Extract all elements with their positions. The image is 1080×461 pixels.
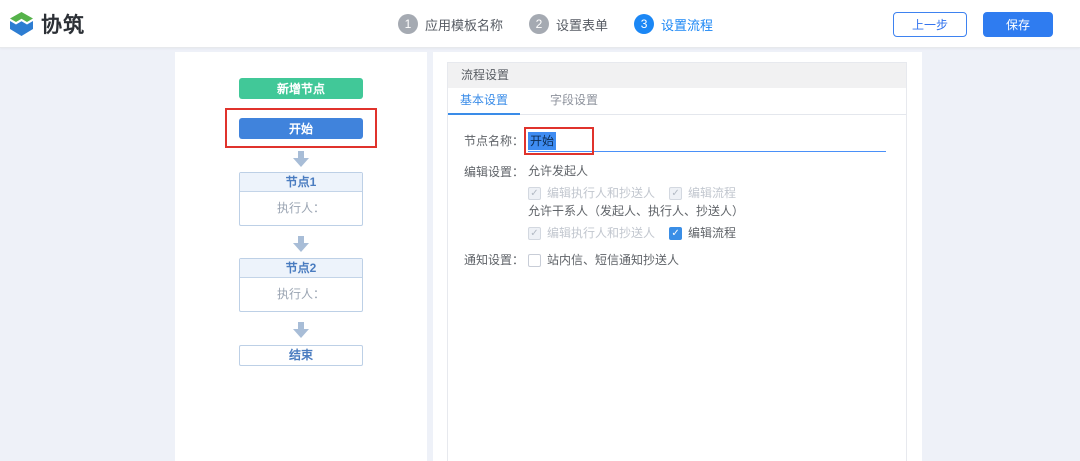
down-arrow-icon — [292, 322, 310, 339]
header-actions: 上一步 保存 — [893, 0, 1053, 48]
checkbox-notify-label: 站内信、短信通知抄送人 — [547, 251, 679, 269]
flow-node-2[interactable]: 节点2 执行人： — [239, 258, 363, 312]
logo-text: 协筑 — [41, 9, 85, 39]
save-button[interactable]: 保存 — [983, 12, 1053, 37]
notify-checkbox-wrap: 站内信、短信通知抄送人 — [528, 250, 693, 270]
step-2-circle: 2 — [529, 14, 549, 34]
logo: 协筑 — [8, 0, 85, 48]
add-node-button[interactable]: 新增节点 — [239, 78, 363, 99]
checkbox-edit-exec-cc-label: 编辑执行人和抄送人 — [547, 184, 655, 202]
step-2-set-form: 2 设置表单 — [529, 14, 608, 34]
checkbox-edit-exec-cc-label: 编辑执行人和抄送人 — [547, 224, 655, 242]
edit-settings-label: 编辑设置： — [448, 162, 524, 242]
page: 协筑 1 应用模板名称 2 设置表单 3 设置流程 上一步 保存 新增节点 开始 — [0, 0, 1080, 461]
step-2-label: 设置表单 — [556, 15, 608, 34]
initiator-checkbox-row: 编辑执行人和抄送人 编辑流程 — [528, 184, 750, 202]
checkbox-edit-flow-checked[interactable] — [669, 227, 682, 240]
checkbox-edit-flow-label: 编辑流程 — [688, 184, 736, 202]
stepper: 1 应用模板名称 2 设置表单 3 设置流程 — [398, 0, 713, 48]
flow-node-2-executor: 执行人： — [240, 278, 362, 311]
step-3-label: 设置流程 — [661, 15, 713, 34]
node-name-label: 节点名称： — [448, 131, 524, 152]
logo-icon — [8, 10, 36, 38]
step-1-circle: 1 — [398, 14, 418, 34]
step-1-label: 应用模板名称 — [425, 15, 503, 34]
prev-step-button[interactable]: 上一步 — [893, 12, 967, 37]
app-header: 协筑 1 应用模板名称 2 设置表单 3 设置流程 上一步 保存 — [0, 0, 1080, 48]
node-name-selected-text: 开始 — [528, 132, 556, 150]
node-name-input[interactable]: 开始 — [528, 131, 886, 152]
start-node-button[interactable]: 开始 — [239, 118, 363, 139]
input-underline — [528, 151, 886, 152]
checkbox-edit-exec-cc-disabled — [528, 227, 541, 240]
flow-node-1-title: 节点1 — [240, 173, 362, 192]
node-name-row: 节点名称： 开始 — [448, 131, 906, 152]
notify-settings-label: 通知设置： — [448, 250, 524, 270]
flow-settings-title: 流程设置 — [448, 63, 906, 88]
stakeholder-checkbox-row: 编辑执行人和抄送人 编辑流程 — [528, 224, 750, 242]
flow-node-2-title: 节点2 — [240, 259, 362, 278]
edit-settings-row: 编辑设置： 允许发起人 编辑执行人和抄送人 编辑流程 允许干系人（发起人、执行人… — [448, 162, 906, 242]
end-node[interactable]: 结束 — [239, 345, 363, 366]
down-arrow-icon — [292, 236, 310, 253]
checkbox-edit-flow-label: 编辑流程 — [688, 224, 736, 242]
checkbox-edit-exec-cc-disabled — [528, 187, 541, 200]
workflow-panel: 新增节点 开始 节点1 执行人： 节点2 执行人： 结束 — [175, 52, 427, 461]
notify-settings-row: 通知设置： 站内信、短信通知抄送人 — [448, 250, 906, 270]
settings-tabs: 基本设置 字段设置 — [448, 88, 906, 115]
step-3-circle: 3 — [634, 14, 654, 34]
down-arrow-icon — [292, 151, 310, 168]
flow-node-1-executor: 执行人： — [240, 192, 362, 225]
step-3-set-flow: 3 设置流程 — [634, 14, 713, 34]
flow-node-1[interactable]: 节点1 执行人： — [239, 172, 363, 226]
tab-field-settings[interactable]: 字段设置 — [538, 88, 610, 115]
settings-panel: 流程设置 基本设置 字段设置 节点名称： 开始 编辑设置： — [433, 52, 922, 461]
flow-settings-box: 流程设置 基本设置 字段设置 节点名称： 开始 编辑设置： — [447, 62, 907, 461]
edit-settings-content: 允许发起人 编辑执行人和抄送人 编辑流程 允许干系人（发起人、执行人、抄送人） … — [524, 162, 750, 242]
allow-initiator-text: 允许发起人 — [528, 162, 750, 180]
step-1-app-template-name: 1 应用模板名称 — [398, 14, 503, 34]
checkbox-notify-unchecked[interactable] — [528, 254, 541, 267]
checkbox-edit-flow-disabled — [669, 187, 682, 200]
allow-stakeholders-text: 允许干系人（发起人、执行人、抄送人） — [528, 202, 750, 220]
tab-basic-settings[interactable]: 基本设置 — [448, 88, 520, 115]
settings-form: 节点名称： 开始 编辑设置： 允许发起人 编辑执行人和抄送人 — [448, 115, 906, 270]
